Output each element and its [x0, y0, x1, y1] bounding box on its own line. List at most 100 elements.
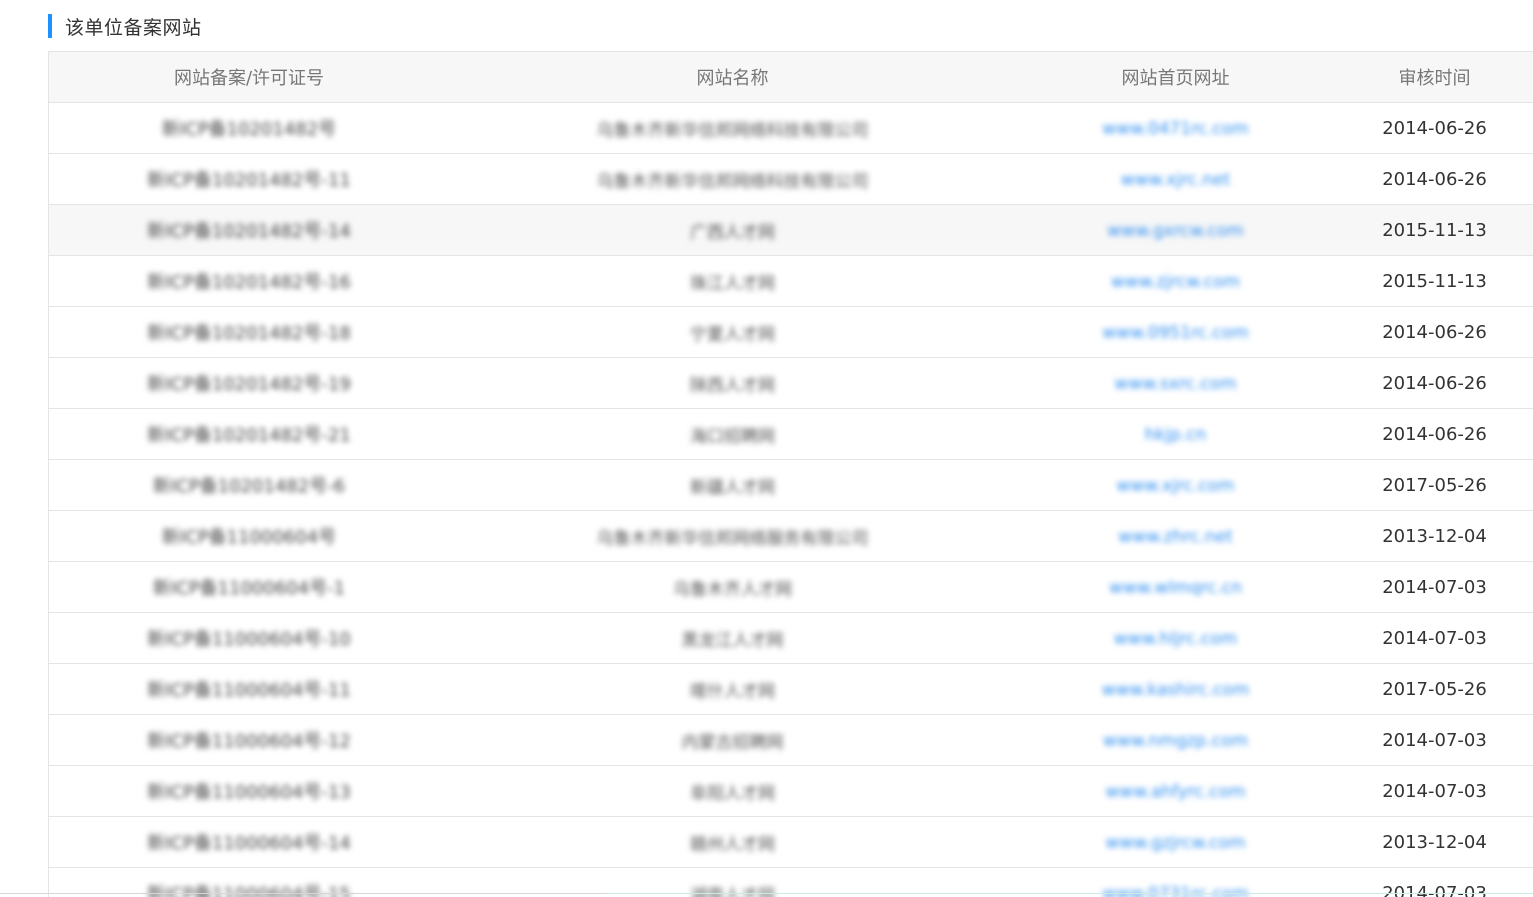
license-number: 新ICP备11000604号-15 — [147, 884, 351, 897]
review-date-cell: 2014-07-03 — [1335, 612, 1533, 664]
page: 该单位备案网站 网站备案/许可证号 网站名称 网站首页网址 审核时间 新ICP备… — [0, 0, 1533, 897]
table-row: 新ICP备11000604号-11 喀什人才网 www.kashirc.com 201… — [49, 663, 1533, 715]
license-number: 新ICP备11000604号-14 — [147, 833, 351, 854]
site-name: 乌鲁木齐新华信邦网络科技有限公司 — [596, 171, 869, 192]
bottom-divider-accent — [607, 893, 1533, 894]
table-row: 新ICP备10201482号-21 海口招聘网 hkjp.cn 2014-06-26 — [49, 408, 1533, 460]
site-name-cell: 乌鲁木齐新华信邦网络科技有限公司 — [449, 102, 1016, 154]
license-number: 新ICP备11000604号 — [161, 527, 337, 548]
license-number: 新ICP备10201482号-16 — [147, 272, 351, 293]
site-url-link-cell[interactable]: www.gxrcw.com — [1016, 204, 1335, 256]
site-name-cell: 赣州人才网 — [449, 816, 1016, 868]
site-name-cell: 珠江人才网 — [449, 255, 1016, 307]
site-url-link-cell[interactable]: www.0951rc.com — [1016, 306, 1335, 358]
site-name: 宁夏人才网 — [690, 324, 775, 345]
review-date-cell: 2017-05-26 — [1335, 663, 1533, 715]
review-date: 2014-06-26 — [1382, 372, 1487, 394]
review-date-cell: 2014-06-26 — [1335, 357, 1533, 409]
site-name-cell: 广西人才网 — [449, 204, 1016, 256]
site-url-link-cell[interactable]: www.ahfyrc.com — [1016, 765, 1335, 817]
license-number-cell: 新ICP备10201482号-6 — [49, 459, 449, 511]
license-number-cell: 新ICP备11000604号-12 — [49, 714, 449, 766]
site-url-link[interactable]: www.zhrc.net — [1118, 527, 1233, 547]
site-url-link[interactable]: www.wlmqrc.cn — [1109, 578, 1242, 598]
license-number-cell: 新ICP备10201482号-21 — [49, 408, 449, 460]
site-name: 海口招聘网 — [690, 426, 775, 447]
review-date: 2014-07-03 — [1382, 780, 1487, 802]
site-name: 珠江人才网 — [690, 273, 775, 294]
table-row: 新ICP备11000604号-1 乌鲁木齐人才网 www.wlmqrc.cn 2014… — [49, 561, 1533, 613]
table-row: 新ICP备11000604号-12 内蒙古招聘网 www.nmgzp.com 2014… — [49, 714, 1533, 766]
site-name: 新疆人才网 — [690, 477, 775, 498]
site-url-link[interactable]: www.zjrcw.com — [1111, 272, 1240, 292]
review-date-cell: 2014-07-03 — [1335, 714, 1533, 766]
site-url-link[interactable]: hkjp.cn — [1145, 425, 1207, 445]
license-number-cell: 新ICP备10201482号-11 — [49, 153, 449, 205]
site-url-link-cell[interactable]: www.zhrc.net — [1016, 510, 1335, 562]
license-number-cell: 新ICP备10201482号-16 — [49, 255, 449, 307]
site-url-link[interactable]: www.0951rc.com — [1102, 323, 1249, 343]
table-row: 新ICP备11000604号-14 赣州人才网 www.gzjrcw.com 2013… — [49, 816, 1533, 868]
site-url-link-cell[interactable]: www.nmgzp.com — [1016, 714, 1335, 766]
table-row: 新ICP备10201482号-11 乌鲁木齐新华信邦网络科技有限公司 www.xjr… — [49, 153, 1533, 205]
site-url-link[interactable]: www.hljrc.com — [1114, 629, 1237, 649]
review-date: 2013-12-04 — [1382, 525, 1487, 547]
license-number: 新ICP备10201482号-19 — [147, 374, 351, 395]
license-number: 新ICP备11000604号-13 — [147, 782, 351, 803]
site-url-link[interactable]: www.xjrc.net — [1121, 170, 1231, 190]
license-number: 新ICP备11000604号-10 — [147, 629, 351, 650]
review-date-cell: 2013-12-04 — [1335, 510, 1533, 562]
review-date: 2014-06-26 — [1382, 321, 1487, 343]
column-header-review-date: 审核时间 — [1335, 51, 1533, 103]
review-date-cell: 2014-06-26 — [1335, 306, 1533, 358]
site-url-link[interactable]: www.kashirc.com — [1102, 680, 1250, 700]
site-url-link-cell[interactable]: www.kashirc.com — [1016, 663, 1335, 715]
site-url-link[interactable]: www.gxrcw.com — [1107, 221, 1243, 241]
site-url-link-cell[interactable]: www.xjrc.net — [1016, 153, 1335, 205]
site-url-link-cell[interactable]: www.hljrc.com — [1016, 612, 1335, 664]
license-number: 新ICP备10201482号-11 — [147, 170, 351, 191]
license-number-cell: 新ICP备10201482号-19 — [49, 357, 449, 409]
review-date: 2014-06-26 — [1382, 423, 1487, 445]
site-url-link[interactable]: www.0471rc.com — [1102, 119, 1249, 139]
review-date-cell: 2015-11-13 — [1335, 204, 1533, 256]
site-name-cell: 内蒙古招聘网 — [449, 714, 1016, 766]
site-name: 内蒙古招聘网 — [681, 732, 784, 753]
review-date: 2014-07-03 — [1382, 882, 1487, 897]
license-number-cell: 新ICP备11000604号-1 — [49, 561, 449, 613]
review-date: 2014-06-26 — [1382, 117, 1487, 139]
license-number: 新ICP备10201482号-6 — [152, 476, 346, 497]
license-number-cell: 新ICP备10201482号 — [49, 102, 449, 154]
review-date-cell: 2013-12-04 — [1335, 816, 1533, 868]
site-url-link-cell[interactable]: www.gzjrcw.com — [1016, 816, 1335, 868]
license-number: 新ICP备11000604号-1 — [152, 578, 346, 599]
site-name-cell: 阜阳人才网 — [449, 765, 1016, 817]
site-url-link[interactable]: www.xjrc.com — [1116, 476, 1234, 496]
site-url-link-cell[interactable]: www.sxrc.com — [1016, 357, 1335, 409]
site-url-link-cell[interactable]: www.xjrc.com — [1016, 459, 1335, 511]
site-url-link[interactable]: www.0731rc.com — [1102, 884, 1249, 897]
site-name: 湖南人才网 — [690, 885, 775, 897]
section-title: 该单位备案网站 — [65, 16, 202, 39]
site-name: 乌鲁木齐新华信邦网络科技有限公司 — [596, 120, 869, 141]
license-number: 新ICP备10201482号 — [161, 119, 337, 140]
site-url-link[interactable]: www.sxrc.com — [1114, 374, 1236, 394]
site-url-link[interactable]: www.gzjrcw.com — [1105, 833, 1245, 853]
review-date-cell: 2014-07-03 — [1335, 561, 1533, 613]
site-url-link-cell[interactable]: www.wlmqrc.cn — [1016, 561, 1335, 613]
site-url-link[interactable]: www.ahfyrc.com — [1105, 782, 1245, 802]
review-date: 2014-07-03 — [1382, 576, 1487, 598]
site-url-link-cell[interactable]: hkjp.cn — [1016, 408, 1335, 460]
review-date: 2014-07-03 — [1382, 627, 1487, 649]
section-accent-bar — [48, 14, 52, 38]
site-url-link-cell[interactable]: www.zjrcw.com — [1016, 255, 1335, 307]
license-number: 新ICP备11000604号-11 — [147, 680, 351, 701]
site-url-link[interactable]: www.nmgzp.com — [1103, 731, 1248, 751]
site-url-link-cell[interactable]: www.0471rc.com — [1016, 102, 1335, 154]
review-date: 2014-06-26 — [1382, 168, 1487, 190]
site-name-cell: 乌鲁木齐新华信邦网络科技有限公司 — [449, 153, 1016, 205]
site-name-cell: 陕西人才网 — [449, 357, 1016, 409]
license-number-cell: 新ICP备11000604号-14 — [49, 816, 449, 868]
table-row: 新ICP备10201482号-19 陕西人才网 www.sxrc.com 2014-0… — [49, 357, 1533, 409]
site-name: 乌鲁木齐新华信邦网络服务有限公司 — [596, 528, 869, 549]
